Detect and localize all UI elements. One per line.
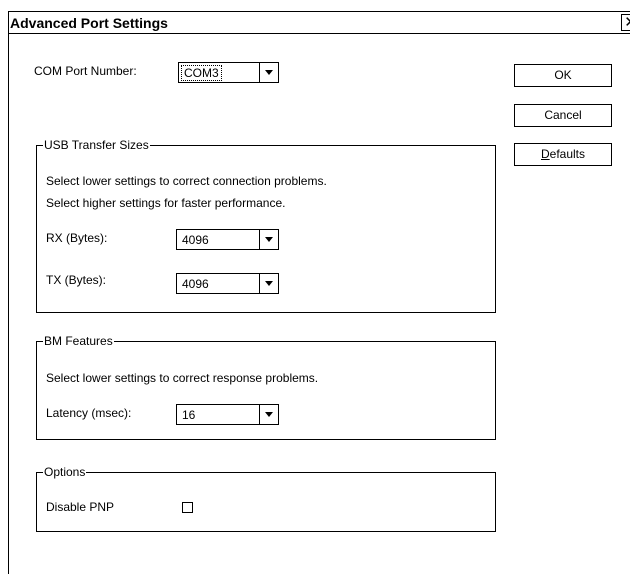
rx-bytes-select[interactable]: 4096 (176, 229, 279, 250)
usb-hint-lower: Select lower settings to correct connect… (46, 174, 327, 188)
cancel-button[interactable]: Cancel (514, 104, 612, 127)
bm-group-title: BM Features (43, 334, 114, 348)
title-bar: Advanced Port Settings ✕ (9, 12, 630, 34)
chevron-down-icon[interactable] (259, 230, 278, 249)
options-group-title: Options (43, 465, 87, 479)
tx-bytes-select[interactable]: 4096 (176, 273, 279, 294)
close-button[interactable]: ✕ (621, 14, 630, 31)
chevron-down-icon[interactable] (259, 274, 278, 293)
chevron-down-icon[interactable] (259, 63, 278, 82)
window-border-left (8, 11, 9, 574)
latency-label: Latency (msec): (46, 406, 132, 420)
defaults-button[interactable]: Defaults (514, 143, 612, 166)
com-port-value: COM3 (181, 65, 222, 81)
com-port-label: COM Port Number: (34, 64, 137, 78)
latency-select[interactable]: 16 (176, 404, 279, 425)
close-icon: ✕ (624, 13, 630, 31)
rx-value: 4096 (182, 233, 209, 247)
advanced-port-settings-dialog: Advanced Port Settings ✕ COM Port Number… (0, 0, 630, 574)
chevron-down-icon[interactable] (259, 405, 278, 424)
tx-value: 4096 (182, 277, 209, 291)
latency-value: 16 (182, 408, 196, 422)
ok-button[interactable]: OK (514, 64, 612, 87)
usb-hint-higher: Select higher settings for faster perfor… (46, 196, 286, 210)
bm-features-group: BM Features (36, 334, 496, 440)
bm-hint: Select lower settings to correct respons… (46, 371, 319, 385)
usb-group-title: USB Transfer Sizes (43, 138, 150, 152)
rx-label: RX (Bytes): (46, 231, 108, 245)
window-title: Advanced Port Settings (10, 15, 168, 31)
disable-pnp-checkbox[interactable] (182, 502, 193, 513)
disable-pnp-label: Disable PNP (46, 500, 115, 514)
tx-label: TX (Bytes): (46, 273, 107, 287)
com-port-select[interactable]: COM3 (178, 62, 279, 83)
